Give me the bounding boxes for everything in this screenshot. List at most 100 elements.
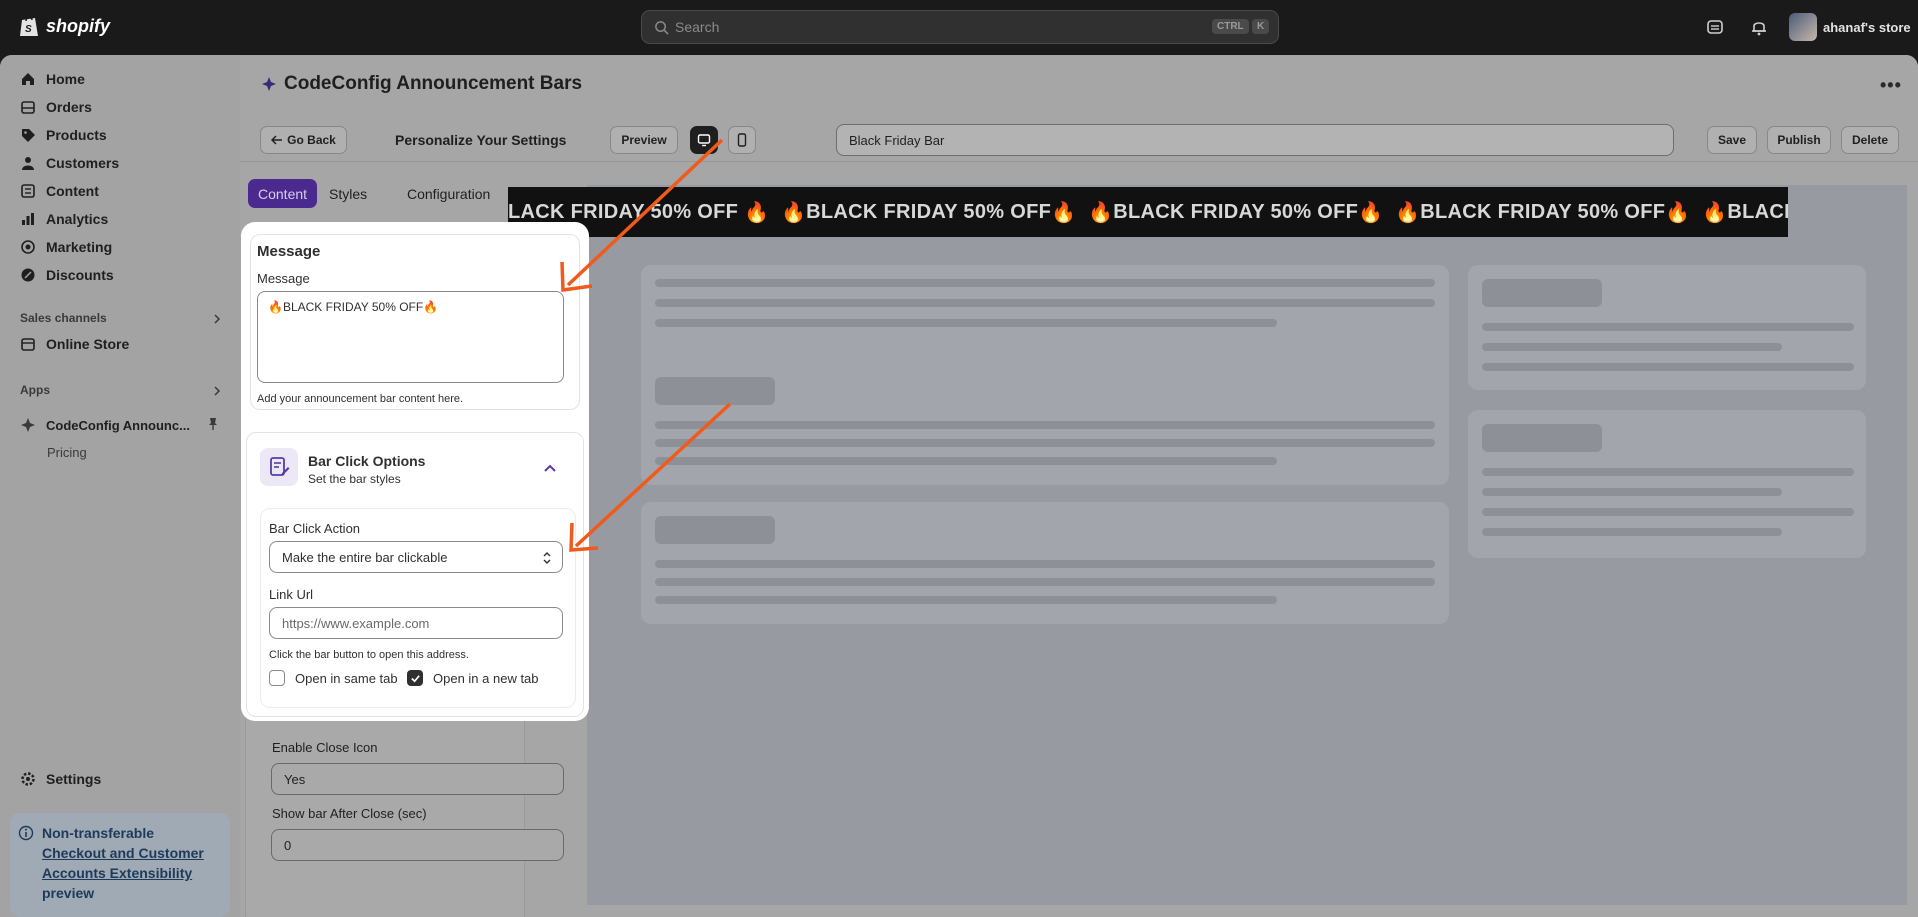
ticker-separator: 🔥 🔥 — [1358, 201, 1421, 224]
desktop-view-button[interactable] — [690, 126, 718, 154]
sidebar-item-label: Content — [46, 183, 99, 199]
logo-text: shopify — [46, 15, 111, 36]
skeleton-line — [1482, 508, 1854, 516]
sidebar-item-label: Discounts — [46, 267, 114, 283]
bar-click-action-value: Make the entire bar clickable — [282, 549, 448, 565]
sidebar-item-customers[interactable]: Customers — [20, 155, 119, 171]
preview-button[interactable]: Preview — [610, 126, 678, 154]
content-icon — [21, 184, 35, 198]
avatar — [1789, 13, 1817, 41]
delete-button[interactable]: Delete — [1841, 126, 1899, 154]
store-name: ahanaf's store — [1823, 19, 1911, 35]
message-label: Message — [257, 271, 310, 286]
pin-icon[interactable] — [206, 417, 220, 431]
sidebar-item-discounts[interactable]: Discounts — [20, 267, 114, 283]
target-icon — [21, 240, 35, 254]
skeleton-line — [1482, 488, 1782, 496]
bell-icon[interactable] — [1749, 17, 1769, 37]
skeleton-line — [1482, 323, 1854, 331]
sidebar-item-products[interactable]: Products — [20, 127, 107, 143]
inbox-icon[interactable] — [1705, 17, 1725, 37]
sidebar-item-content[interactable]: Content — [20, 183, 99, 199]
link-url-input[interactable] — [269, 607, 563, 639]
ticker-text: BLACK FRIDAY 50% OFF — [806, 200, 1052, 223]
sidebar-item-marketing[interactable]: Marketing — [20, 239, 112, 255]
sidebar-item-analytics[interactable]: Analytics — [20, 211, 108, 227]
chevron-up-icon[interactable] — [542, 460, 558, 476]
checkmark-icon — [410, 674, 420, 682]
page-title: CodeConfig Announcement Bars — [262, 73, 582, 95]
info-icon — [18, 825, 34, 841]
sidebar-item-codeconfig[interactable]: CodeConfig Announc... — [20, 417, 190, 433]
mobile-view-button[interactable] — [728, 126, 756, 154]
sidebar-item-label: Marketing — [46, 239, 113, 255]
sidebar-item-home[interactable]: Home — [20, 71, 85, 87]
search-bar[interactable]: Search CTRL K — [641, 10, 1279, 44]
sidebar: Home Orders Products Customers Content A… — [0, 55, 240, 917]
ticker-text: BLACK FRIDAY 50% OFF — [1420, 200, 1666, 223]
chevron-right-icon[interactable] — [212, 314, 222, 324]
tag-icon — [22, 129, 35, 142]
app-icon — [262, 77, 276, 91]
sidebar-item-label: Products — [46, 127, 107, 143]
tab-styles[interactable]: Styles — [319, 179, 377, 208]
tab-configuration[interactable]: Configuration — [397, 179, 500, 208]
sales-channels-label[interactable]: Sales channels — [20, 311, 107, 325]
home-icon — [22, 73, 34, 85]
skeleton-card — [1468, 265, 1866, 390]
sidebar-item-online-store[interactable]: Online Store — [20, 336, 129, 352]
edit-list-icon — [260, 448, 298, 486]
close-icon-select[interactable]: Yes — [271, 763, 564, 795]
tab-content[interactable]: Content — [248, 179, 318, 208]
orders-icon — [21, 101, 35, 114]
skeleton-card — [641, 363, 1449, 485]
announcement-bar-preview[interactable]: LACK FRIDAY 50% OFF 🔥 🔥 BLACK FRIDAY 50%… — [508, 187, 1788, 237]
store-menu[interactable]: ahanaf's store — [1789, 13, 1911, 41]
show-after-close-input[interactable]: 0 — [271, 829, 564, 861]
bar-name-input[interactable]: Black Friday Bar — [836, 124, 1674, 156]
show-after-close-label: Show bar After Close (sec) — [272, 806, 427, 821]
open-new-tab-checkbox[interactable]: Open in a new tab — [407, 670, 539, 686]
sidebar-item-label: Customers — [46, 155, 120, 171]
open-new-tab-label: Open in a new tab — [433, 670, 539, 686]
more-actions-button[interactable]: ••• — [1880, 75, 1902, 96]
go-back-button[interactable]: Go Back — [260, 126, 347, 154]
ticker-text: BLACK FRIDAY 50% OFF — [1113, 200, 1359, 223]
publish-button[interactable]: Publish — [1767, 126, 1831, 154]
checkbox-checked[interactable] — [407, 670, 423, 686]
apps-label[interactable]: Apps — [20, 383, 50, 397]
top-bar: S shopify Search CTRL K ahanaf's store — [0, 0, 1918, 55]
close-icon-value: Yes — [284, 771, 306, 787]
settings-heading: Personalize Your Settings — [395, 132, 567, 148]
shopify-logo[interactable]: S shopify — [18, 14, 110, 38]
bar-click-action-select[interactable]: Make the entire bar clickable — [269, 541, 563, 573]
go-back-label: Go Back — [287, 133, 336, 147]
close-icon-label: Enable Close Icon — [272, 740, 378, 755]
skeleton-line — [1482, 343, 1782, 351]
extensibility-notice: Non-transferable Checkout and Customer A… — [10, 813, 230, 917]
sidebar-item-label: Home — [46, 71, 85, 87]
mobile-icon — [737, 133, 747, 147]
open-same-tab-checkbox[interactable]: Open in same tab — [269, 670, 398, 686]
skeleton-line — [655, 279, 1435, 287]
page-title-text: CodeConfig Announcement Bars — [284, 73, 583, 94]
notice-link[interactable]: Checkout and Customer Accounts Extensibi… — [42, 845, 204, 881]
ticker-separator: 🔥 🔥 — [738, 201, 807, 224]
checkbox-unchecked[interactable] — [269, 670, 285, 686]
sidebar-item-orders[interactable]: Orders — [20, 99, 92, 115]
sidebar-item-pricing[interactable]: Pricing — [47, 445, 87, 460]
bar-click-options-subtitle: Set the bar styles — [308, 472, 401, 486]
sidebar-item-settings[interactable]: Settings — [20, 771, 101, 787]
skeleton-line — [655, 421, 1435, 429]
desktop-icon — [697, 134, 711, 147]
app-icon — [21, 418, 35, 432]
save-button[interactable]: Save — [1707, 126, 1757, 154]
skeleton-line — [1482, 363, 1854, 371]
skeleton-line — [655, 299, 1435, 307]
message-textarea[interactable]: 🔥BLACK FRIDAY 50% OFF🔥 — [257, 291, 564, 383]
ticker-text: BLACK FR — [1727, 200, 1788, 223]
skeleton-card — [1468, 410, 1866, 558]
skeleton-block — [655, 516, 775, 544]
chevron-right-icon[interactable] — [212, 386, 222, 396]
skeleton-line — [655, 560, 1435, 568]
